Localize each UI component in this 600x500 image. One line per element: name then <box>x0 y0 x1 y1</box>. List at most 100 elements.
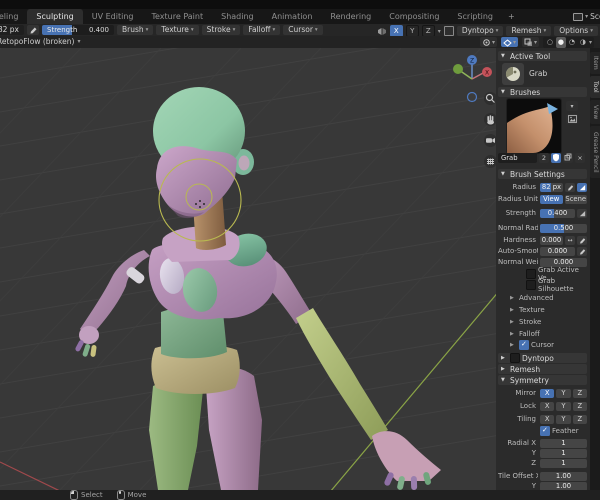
image-icon <box>567 115 577 123</box>
subsection-falloff[interactable]: ▶ Falloff <box>498 329 587 339</box>
grab-active-checkbox[interactable] <box>526 269 536 279</box>
duplicate-brush-button[interactable] <box>563 153 573 163</box>
viewport-3d[interactable]: Z X ▼ Active Tool Grab ▼ Brushes ▾ Grab … <box>0 48 600 490</box>
brush-preview-image-button[interactable] <box>566 114 578 124</box>
retopoflow-menu[interactable]: RetopoFlow (broken) ▾ <box>0 36 84 48</box>
stroke-menu[interactable]: Stroke ▾ <box>201 25 241 35</box>
grab-silhouette-label: Grab Silhouette <box>538 277 574 293</box>
texture-menu[interactable]: Texture ▾ <box>156 25 199 35</box>
tab-sculpting[interactable]: Sculpting <box>27 9 83 24</box>
tab-shading[interactable]: Shading <box>212 9 263 24</box>
hardness-field[interactable]: 0.000 <box>540 235 563 245</box>
normal-radius-slider[interactable]: 0.500 <box>540 223 587 233</box>
solid-shading-icon[interactable] <box>555 36 566 48</box>
subsection-stroke[interactable]: ▶ Stroke <box>498 317 587 327</box>
symmetry-mirror-y[interactable]: Y <box>556 388 571 398</box>
xray-toggle[interactable]: ▾ <box>521 37 539 47</box>
hardness-animate-button[interactable] <box>577 235 587 245</box>
scene-selector[interactable]: ▾ Scene <box>573 10 600 23</box>
gizmo-minus-z-axis[interactable] <box>466 91 478 103</box>
options-menu[interactable]: Options ▾ <box>554 26 598 36</box>
brush-preview[interactable] <box>506 98 562 154</box>
brush-menu[interactable]: Brush ▾ <box>117 25 154 35</box>
radius-pressure-toggle[interactable] <box>577 182 587 192</box>
fake-user-button[interactable] <box>551 153 561 163</box>
svg-text:X: X <box>485 70 489 77</box>
grab-tool-thumbnail[interactable] <box>502 63 524 85</box>
grab-silhouette-checkbox[interactable] <box>526 280 536 290</box>
brush-settings-section-header[interactable]: ▼ Brush Settings <box>498 169 587 179</box>
wireframe-shading-icon[interactable] <box>545 37 555 48</box>
middle-mouse-icon <box>116 490 125 500</box>
strength-slider-panel[interactable]: 0.400 <box>540 208 575 218</box>
dyntopo-section-header[interactable]: ▶ Dyntopo <box>498 353 587 363</box>
cursor-checkbox[interactable] <box>519 340 529 350</box>
strength-pressure-toggle[interactable] <box>577 208 587 218</box>
hardness-invert-button[interactable]: ↔ <box>565 235 575 245</box>
symmetry-mirror-z[interactable]: Z <box>572 388 587 398</box>
tab-rendering[interactable]: Rendering <box>321 9 380 24</box>
cursor-menu[interactable]: Cursor ▾ <box>283 25 323 35</box>
show-gizmo-toggle[interactable]: ▾ <box>479 37 497 47</box>
dyntopo-toggle-icon[interactable] <box>443 26 454 36</box>
radius-field[interactable]: 82 px <box>0 25 24 35</box>
remesh-section-header[interactable]: ▶ Remesh <box>498 364 587 374</box>
show-overlays-toggle[interactable]: ▾ <box>500 37 518 47</box>
symmetry-mirror-x[interactable]: X <box>540 388 555 398</box>
brush-preview-dropdown[interactable]: ▾ <box>566 101 578 111</box>
dyntopo-checkbox[interactable] <box>510 353 520 363</box>
symmetry-tiling-z[interactable]: Z <box>572 414 587 424</box>
unlink-brush-button[interactable]: × <box>575 153 585 163</box>
shading-options-chevron-icon[interactable]: ▾ <box>589 39 592 46</box>
subsection-cursor[interactable]: ▶ Cursor <box>498 340 587 350</box>
dyntopo-menu[interactable]: Dyntopo ▾ <box>456 26 504 36</box>
sidebar-tab-view[interactable]: View <box>590 100 600 124</box>
tab-modeling[interactable]: Modeling <box>0 9 27 24</box>
radius-slider[interactable]: 82 px <box>540 182 563 192</box>
tab-scripting[interactable]: Scripting <box>448 9 502 24</box>
add-workspace-button[interactable]: + <box>502 9 521 24</box>
radius-animate-button[interactable] <box>565 182 575 192</box>
symmetry-lock-z[interactable]: Z <box>572 401 587 411</box>
symmetry-lock-x[interactable]: X <box>540 401 555 411</box>
symmetry-section-header[interactable]: ▼ Symmetry <box>498 375 587 385</box>
radius-label: Radius <box>512 183 536 191</box>
tile-offset-y-field[interactable]: 1.00 <box>540 481 587 490</box>
grab-brush-icon <box>505 66 520 81</box>
tile-offset-x-field[interactable]: 1.00 <box>540 471 587 481</box>
falloff-menu[interactable]: Falloff ▾ <box>243 25 281 35</box>
active-tool-section-header[interactable]: ▼ Active Tool <box>498 51 587 61</box>
tab-compositing[interactable]: Compositing <box>380 9 448 24</box>
rendered-shading-icon[interactable] <box>578 37 588 48</box>
tab-uv-editing[interactable]: UV Editing <box>83 9 143 24</box>
radius-edit-button[interactable] <box>27 25 39 35</box>
brushes-section-header[interactable]: ▼ Brushes <box>498 87 587 97</box>
symmetry-tiling-x[interactable]: X <box>540 414 555 424</box>
material-shading-icon[interactable] <box>567 37 577 48</box>
sidebar-tab-grease-pencil[interactable]: Grease Pencil <box>590 126 600 178</box>
symmetry-lock-y[interactable]: Y <box>556 401 571 411</box>
feather-checkbox[interactable] <box>540 426 550 436</box>
remesh-menu[interactable]: Remesh ▾ <box>506 26 552 36</box>
subsection-advanced[interactable]: ▶ Advanced <box>498 293 587 303</box>
sidebar-tab-item[interactable]: Item <box>590 52 600 74</box>
sidebar-tab-tool[interactable]: Tool <box>590 76 600 98</box>
radial-x-field[interactable]: 1 <box>540 438 587 448</box>
radial-z-field[interactable]: 1 <box>540 458 587 468</box>
tab-texture-paint[interactable]: Texture Paint <box>142 9 212 24</box>
auto-smooth-animate-button[interactable] <box>577 246 587 256</box>
brush-users-count[interactable]: 2 <box>539 153 549 163</box>
tab-animation[interactable]: Animation <box>263 9 322 24</box>
strength-label: Strength <box>505 209 536 217</box>
workspace-tabs-bar: Modeling Sculpting UV Editing Texture Pa… <box>0 9 600 24</box>
gizmo-y-axis[interactable] <box>453 64 463 74</box>
symmetry-tiling-y[interactable]: Y <box>556 414 571 424</box>
radius-unit-view-button[interactable]: View <box>540 194 563 204</box>
strength-slider[interactable]: Strength 0.400 <box>42 25 114 35</box>
subsection-texture[interactable]: ▶ Texture <box>498 305 587 315</box>
mirror-options-chevron-icon[interactable]: ▾ <box>438 28 441 35</box>
radius-unit-scene-button[interactable]: Scene <box>564 194 587 204</box>
brush-name-field[interactable]: Grab <box>498 153 537 163</box>
auto-smooth-field[interactable]: 0.000 <box>540 246 575 256</box>
radial-y-field[interactable]: 1 <box>540 448 587 458</box>
